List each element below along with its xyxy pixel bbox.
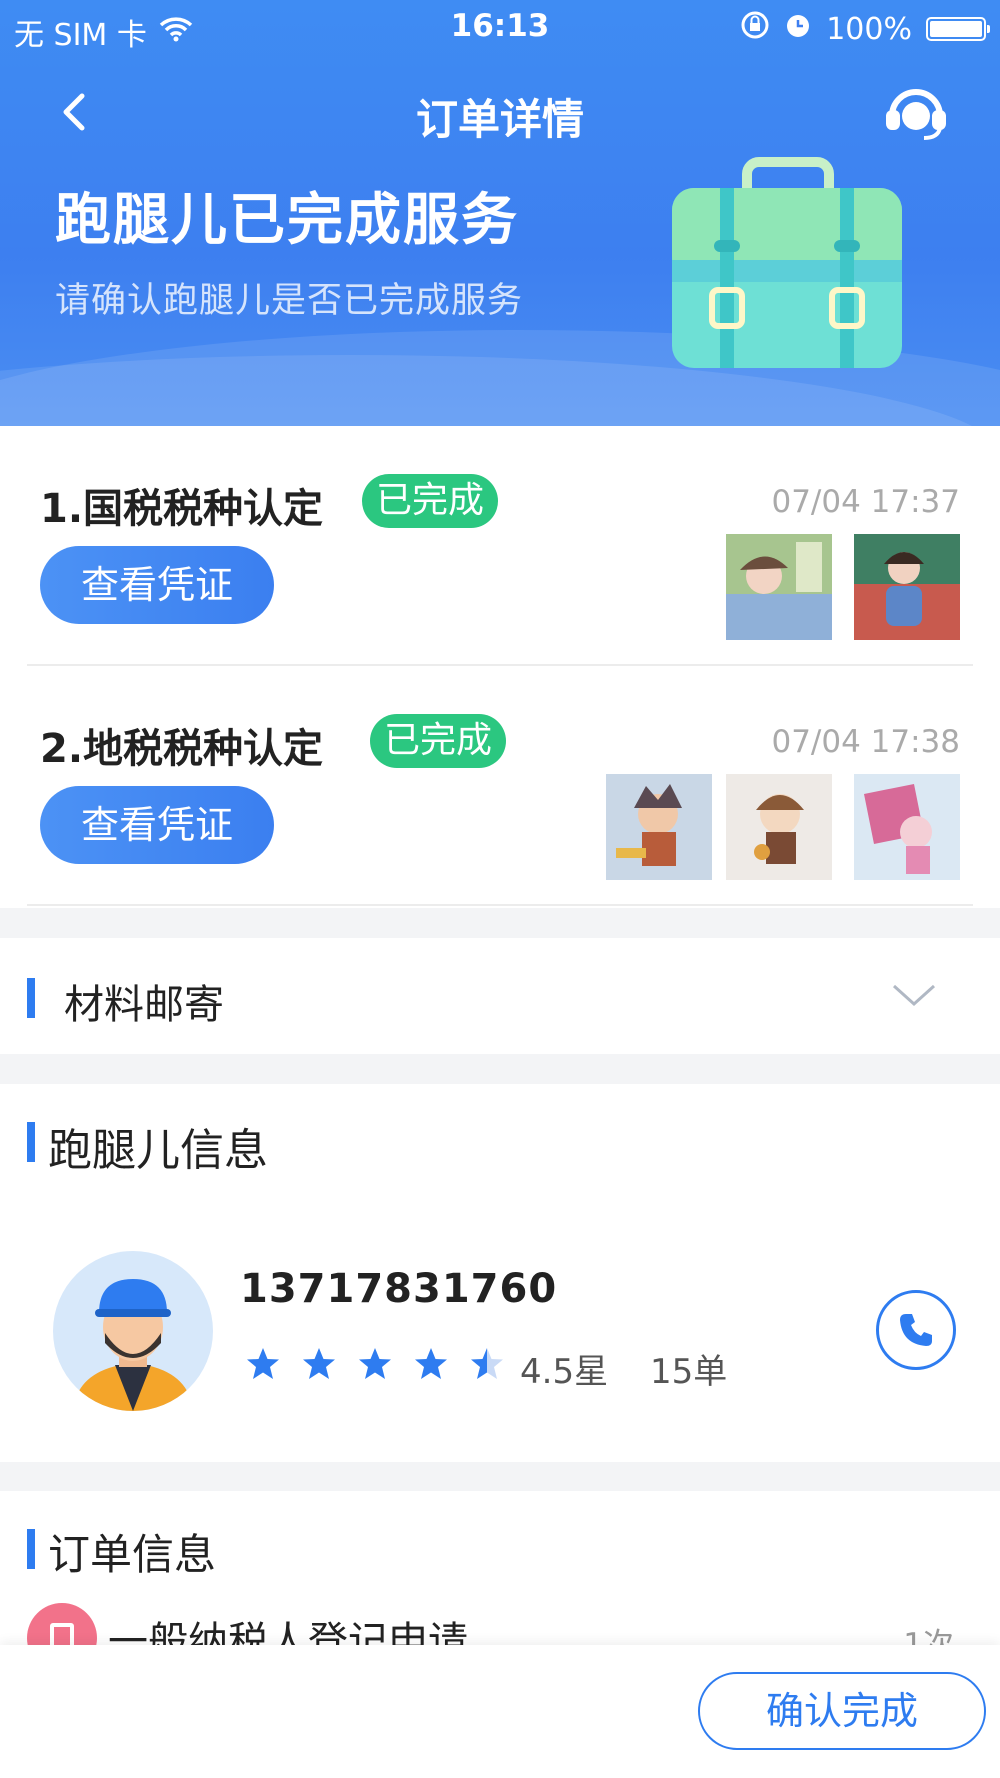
star-icon [415, 1348, 447, 1379]
services-card: 1.国税税种认定 已完成 07/04 17:37 查看凭证 2.地税税种认定 已… [0, 426, 1000, 908]
service-title: 2.地税税种认定 [40, 726, 324, 772]
divider [27, 904, 973, 906]
mail-section[interactable]: 材料邮寄 [0, 938, 1000, 1054]
star-icon [303, 1348, 335, 1379]
avatar [53, 1251, 213, 1411]
status-badge: 已完成 [370, 714, 507, 768]
star-icon [471, 1348, 503, 1379]
briefcase-icon [662, 150, 912, 380]
voucher-photo[interactable] [606, 774, 712, 880]
service-title: 1.国税税种认定 [40, 486, 324, 532]
service-item: 1.国税税种认定 已完成 07/04 17:37 查看凭证 [0, 426, 1000, 666]
battery-icon [926, 17, 990, 41]
battery-percent: 100% [826, 11, 912, 47]
runner-phone: 13717831760 [240, 1266, 558, 1312]
voucher-photo[interactable] [854, 534, 960, 640]
call-button[interactable] [876, 1290, 956, 1370]
status-right: 100% [740, 10, 990, 48]
section-marker [27, 1529, 35, 1569]
service-item: 2.地税税种认定 已完成 07/04 17:38 查看凭证 [0, 666, 1000, 906]
voucher-photo[interactable] [726, 534, 832, 640]
status-badge: 已完成 [362, 474, 499, 528]
runner-section: 跑腿儿信息 13717831760 4.5星 15单 [0, 1084, 1000, 1462]
view-voucher-button[interactable]: 查看凭证 [40, 546, 274, 624]
section-marker [27, 978, 35, 1018]
service-time: 07/04 17:37 [771, 484, 960, 520]
page-title: 订单详情 [415, 95, 584, 144]
confirm-complete-button[interactable]: 确认完成 [698, 1672, 986, 1750]
rotation-lock-icon [740, 10, 770, 48]
service-time: 07/04 17:38 [771, 724, 960, 760]
rating-stars [245, 1346, 505, 1382]
rating-text: 4.5星 [520, 1352, 609, 1392]
header: 无 SIM 卡 16:13 100% 订单详情 跑腿儿已完成服务 请确认跑腿儿是… [0, 0, 1000, 426]
chevron-down-icon[interactable] [890, 972, 938, 1020]
voucher-photo[interactable] [726, 774, 832, 880]
order-info-label: 订单信息 [48, 1530, 217, 1579]
hero-title: 跑腿儿已完成服务 [55, 188, 519, 253]
bottom-bar: 确认完成 [0, 1645, 1000, 1778]
view-voucher-button[interactable]: 查看凭证 [40, 786, 274, 864]
section-marker [27, 1122, 35, 1162]
star-icon [359, 1348, 391, 1379]
star-icon [247, 1348, 279, 1379]
order-count: 15单 [650, 1352, 728, 1392]
status-bar: 无 SIM 卡 16:13 100% [0, 0, 1000, 55]
alarm-icon [784, 10, 812, 48]
voucher-photo[interactable] [854, 774, 960, 880]
runner-section-label: 跑腿儿信息 [48, 1125, 268, 1176]
mail-section-label: 材料邮寄 [64, 982, 224, 1028]
headset-icon [886, 89, 946, 140]
hero-subtitle: 请确认跑腿儿是否已完成服务 [55, 281, 524, 321]
customer-service-button[interactable] [880, 80, 952, 144]
nav-bar: 订单详情 [0, 72, 1000, 152]
phone-icon [900, 1314, 932, 1346]
